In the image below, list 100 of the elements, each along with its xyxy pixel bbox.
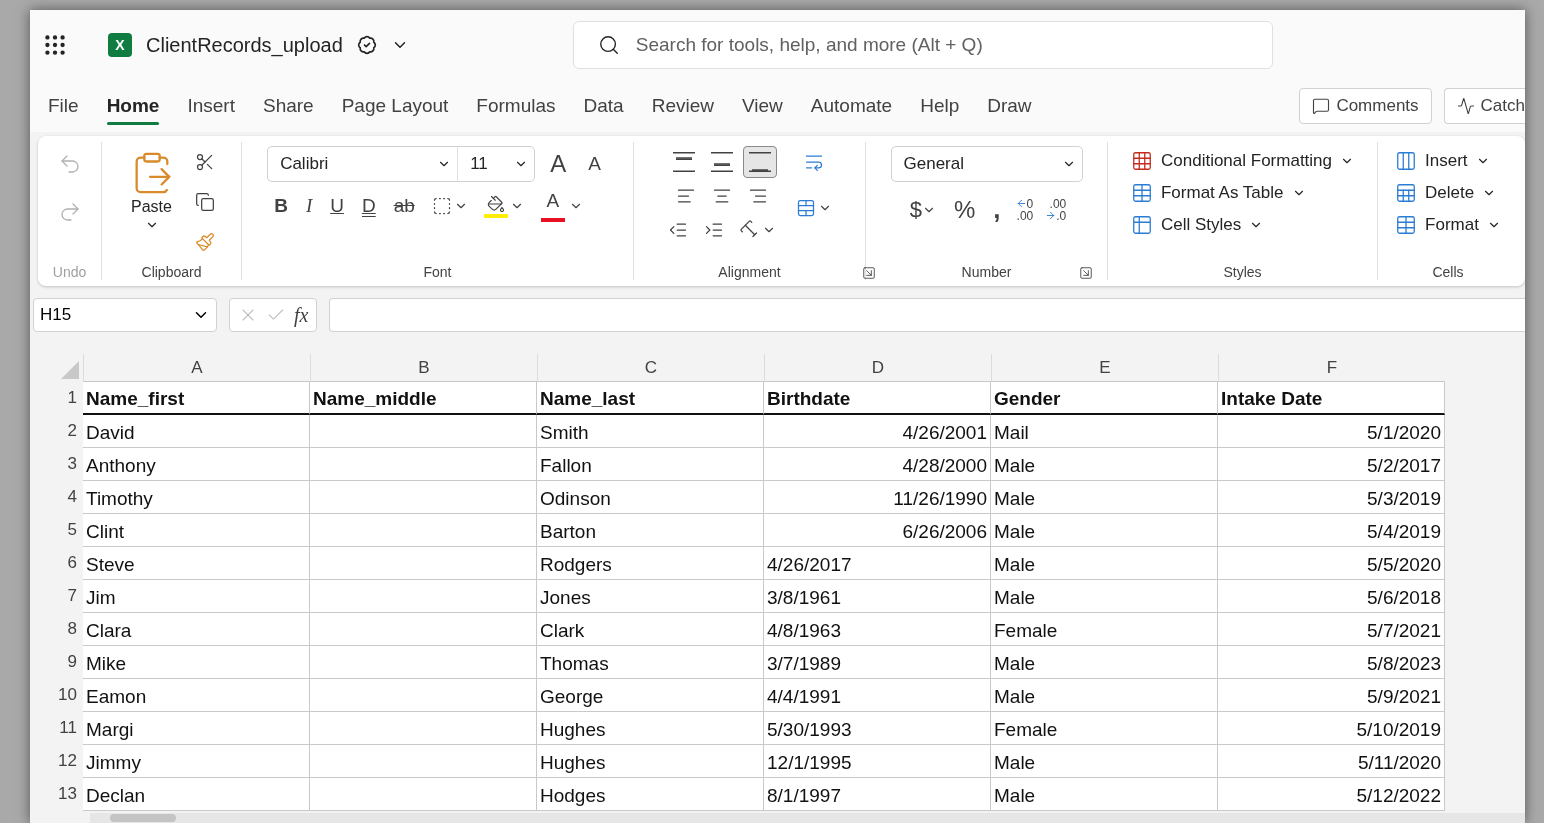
dialog-launcher-icon[interactable] [1079, 266, 1094, 280]
table-cell: Female [991, 613, 1218, 646]
arrow-right-icon [1045, 210, 1057, 221]
row-header[interactable]: 6 [30, 547, 83, 580]
row-header[interactable]: 5 [30, 514, 83, 547]
group-label: Undo [52, 264, 87, 280]
table-cell: Barton [537, 514, 764, 547]
table-cell: Male [991, 514, 1218, 547]
table-cell: Male [991, 481, 1218, 514]
saved-status-icon [356, 35, 377, 55]
table-cell: Anthony [83, 448, 310, 481]
row-header[interactable]: 12 [30, 745, 83, 778]
table-cell: Eamon [83, 679, 310, 712]
table-cell: 5/4/2019 [1218, 514, 1445, 547]
formula-input[interactable] [329, 298, 1525, 332]
table-cell: Thomas [537, 646, 764, 679]
menu-tab[interactable]: View [732, 87, 793, 125]
menu-tab[interactable]: Automate [800, 87, 903, 125]
decrease-decimal-button[interactable]: .00 .0 [1041, 195, 1071, 224]
table-cell: Jim [83, 580, 310, 613]
app-launcher-icon[interactable] [42, 32, 68, 58]
pulse-icon [1456, 97, 1475, 115]
shrink-font-button[interactable]: A [581, 151, 608, 177]
dialog-launcher-icon[interactable] [861, 266, 876, 280]
menu-tab[interactable]: Share [252, 87, 324, 125]
row-header[interactable]: 3 [30, 448, 83, 481]
file-name[interactable]: ClientRecords_upload [146, 33, 343, 57]
table-cell: Mike [83, 646, 310, 679]
font-style-button[interactable]: U [323, 193, 351, 219]
row-header[interactable]: 4 [30, 481, 83, 514]
table-cell: 11/26/1990 [764, 481, 991, 514]
row-header[interactable]: 10 [30, 679, 83, 712]
font-style-button[interactable]: B [267, 193, 295, 219]
styles-menu-button[interactable]: Conditional Formatting [1127, 146, 1358, 176]
table-cell: 5/11/2020 [1218, 745, 1445, 778]
comment-icon [1312, 97, 1331, 115]
menu-tab[interactable]: Formulas [466, 87, 566, 125]
cells-menu-button[interactable]: Delete [1391, 178, 1501, 208]
table-cell: Odinson [537, 481, 764, 514]
table-cell: 4/26/2017 [764, 547, 991, 580]
comma-style-button[interactable]: , [986, 192, 1008, 227]
increase-decimal-button[interactable]: 0 .00 [1011, 195, 1038, 224]
table-cell: Mail [991, 415, 1218, 448]
font-style-button[interactable]: ab [386, 193, 422, 219]
header-cell: Name_last [537, 382, 764, 415]
row-header[interactable]: 8 [30, 613, 83, 646]
row-header[interactable]: 13 [30, 778, 83, 811]
cells-menu-button[interactable]: Insert [1391, 146, 1494, 176]
arrow-left-icon [1015, 198, 1027, 209]
menu-tab[interactable]: Draw [977, 87, 1042, 125]
search-box[interactable]: Search for tools, help, and more (Alt + Q) [572, 21, 1273, 69]
menu-tab[interactable]: Help [910, 87, 970, 125]
row-header[interactable]: 9 [30, 646, 83, 679]
currency-button[interactable]: $ [902, 194, 943, 225]
paint-bucket-icon [486, 194, 505, 213]
table-cell: Male [991, 580, 1218, 613]
menu-tab[interactable]: Insert [177, 87, 245, 125]
table-cell: Male [991, 745, 1218, 778]
menu-tab[interactable]: Review [641, 87, 724, 125]
font-style-button[interactable]: D [354, 193, 383, 219]
cells-menu-button[interactable]: Format [1391, 210, 1505, 240]
font-style-button[interactable]: I [298, 193, 320, 219]
percent-button[interactable]: % [947, 193, 983, 226]
table-cell: Clara [83, 613, 310, 646]
name-box[interactable]: H15 [33, 298, 217, 332]
menu-tab[interactable]: Page Layout [331, 87, 459, 125]
table-cell: Hughes [537, 745, 764, 778]
search-icon [597, 34, 620, 56]
catch-up-button[interactable]: Catch [1443, 88, 1525, 124]
header-cell: Gender [991, 382, 1218, 415]
table-cell: Male [991, 448, 1218, 481]
styles-menu-button[interactable]: Cell Styles [1127, 210, 1268, 240]
row-header[interactable]: 7 [30, 580, 83, 613]
styles-menu-button[interactable]: Format As Table [1127, 178, 1310, 208]
table-cell: Margi [83, 712, 310, 745]
horizontal-scrollbar[interactable] [90, 813, 1525, 823]
table-cell: 4/8/1963 [764, 613, 991, 646]
vertical-align-button[interactable] [742, 146, 777, 178]
table-grid-icon [1395, 214, 1418, 236]
comments-button[interactable]: Comments [1299, 88, 1432, 124]
row-header[interactable]: 2 [30, 415, 83, 448]
menu-tab[interactable]: File [38, 87, 89, 125]
number-format-dropdown[interactable]: General [890, 146, 1083, 182]
row-header[interactable]: 11 [30, 712, 83, 745]
grow-font-button[interactable]: A [543, 148, 574, 180]
table-cell: Male [991, 646, 1218, 679]
row-header[interactable]: 1 [30, 382, 83, 415]
table-cell: Fallon [537, 448, 764, 481]
table-cell: 5/12/2022 [1218, 778, 1445, 811]
menu-tab[interactable]: Data [573, 87, 634, 125]
insert-function-button[interactable]: fx [294, 303, 309, 327]
paste-button[interactable]: Paste [122, 146, 181, 236]
search-field[interactable]: Search for tools, help, and more (Alt + Q) [633, 33, 1248, 57]
table-cell: David [83, 415, 310, 448]
fill-color-bar [483, 213, 508, 218]
font-size-dropdown[interactable]: 11 [458, 147, 535, 181]
font-name-dropdown[interactable]: Calibri [268, 147, 459, 181]
font-color-button[interactable]: A [533, 188, 590, 224]
menu-tab[interactable]: Home [96, 87, 170, 125]
table-cell: Clark [537, 613, 764, 646]
